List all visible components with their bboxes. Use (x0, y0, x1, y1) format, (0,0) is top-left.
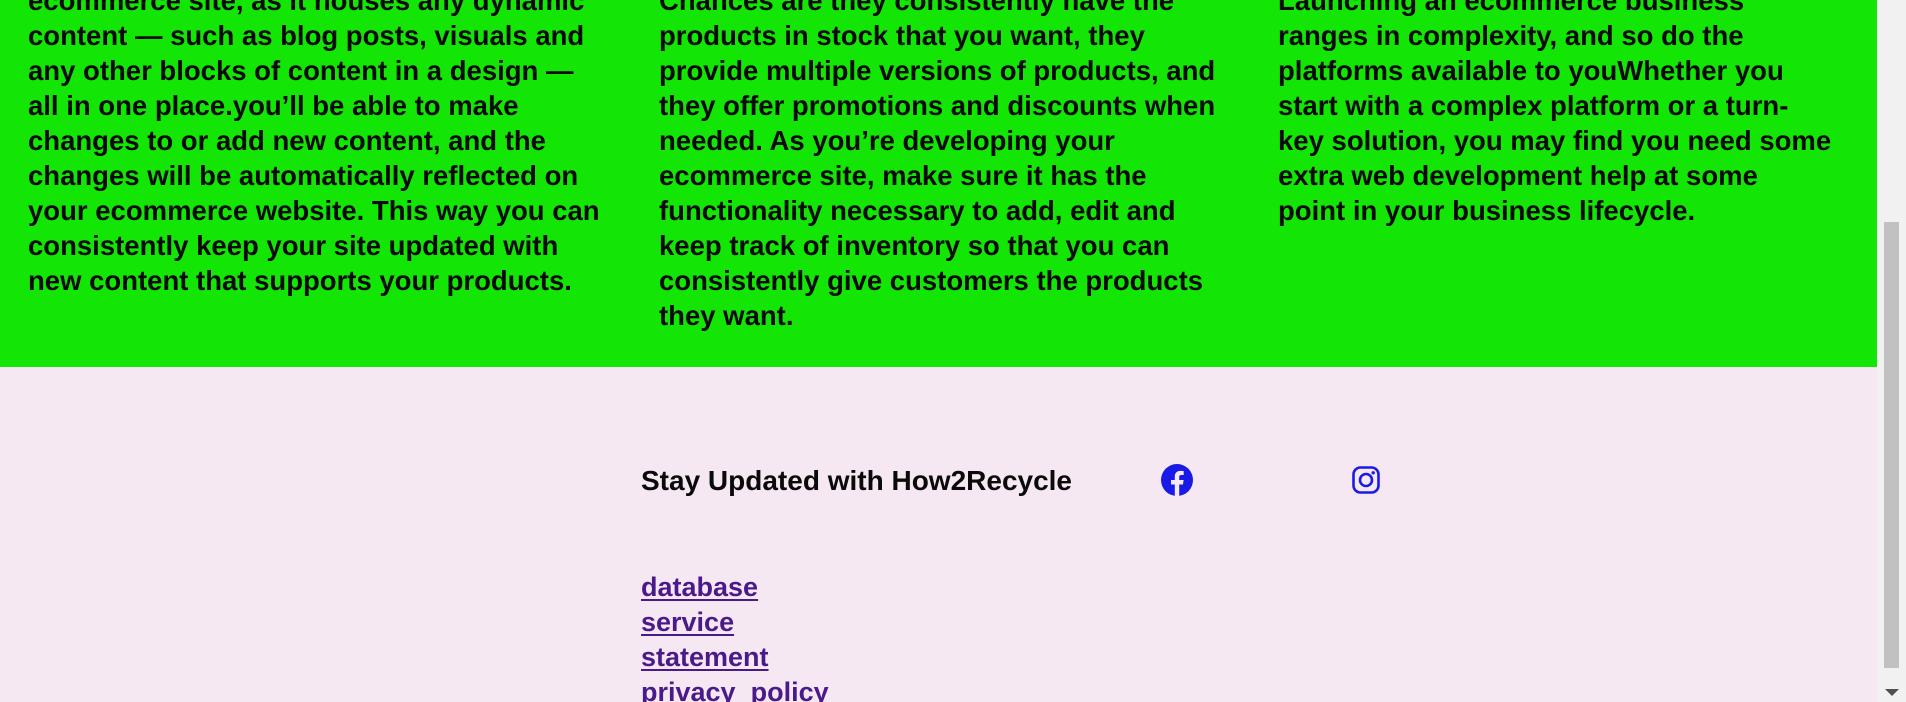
column-2-line: Chances are they consistently have the (659, 0, 1175, 16)
scrollbar-thumb[interactable] (1884, 222, 1899, 668)
scroll-down-arrow-icon[interactable] (1885, 689, 1899, 696)
column-2-line: consistently give customers the products (659, 265, 1204, 296)
column-3-line: platforms available to youWhether you (1278, 55, 1784, 86)
column-1-line: content — such as blog posts, visuals an… (28, 20, 585, 51)
instagram-icon-graphic (1352, 466, 1380, 494)
footer-title: Stay Updated with How2Recycle (641, 465, 1073, 496)
footer-link-statement[interactable]: statement (641, 642, 769, 672)
column-1-line: your ecommerce website. This way you can (28, 195, 600, 226)
footer-links: database service statement privacy_polic… (641, 570, 829, 702)
column-1-line: any other blocks of content in a design … (28, 55, 574, 86)
footer-link-item: privacy_policy (641, 675, 829, 702)
column-2-line: needed. As you’re developing your (659, 125, 1115, 156)
content-column-2: Chances are they consistently have the p… (659, 0, 1249, 333)
column-2-line: they want. (659, 300, 794, 331)
column-3-line: key solution, you may find you need some (1278, 125, 1832, 156)
footer: Stay Updated with How2Recycle database s… (0, 367, 1877, 702)
content-column-3: Launching an ecommerce business ranges i… (1278, 0, 1858, 228)
column-3-line: ranges in complexity, and so do the (1278, 20, 1744, 51)
column-2-line: functionality necessary to add, edit and (659, 195, 1176, 226)
vertical-scrollbar[interactable] (1877, 0, 1906, 702)
page: ecommerce site, as it houses any dynamic… (0, 0, 1906, 702)
footer-link-privacy-policy[interactable]: privacy_policy (641, 677, 829, 702)
footer-link-item: service (641, 605, 829, 640)
footer-link-item: statement (641, 640, 829, 675)
column-2-line: products in stock that you want, they (659, 20, 1145, 51)
footer-link-database[interactable]: database (641, 572, 758, 602)
instagram-icon[interactable] (1351, 465, 1381, 495)
column-3-line: extra web development help at some (1278, 160, 1758, 191)
column-2-line: they offer promotions and discounts when (659, 90, 1216, 121)
column-2-line: ecommerce site, make sure it has the (659, 160, 1147, 191)
column-3-line: start with a complex platform or a turn- (1278, 90, 1789, 121)
footer-link-item: database (641, 570, 829, 605)
facebook-icon[interactable] (1160, 463, 1194, 497)
facebook-icon-graphic (1161, 464, 1193, 497)
footer-link-service[interactable]: service (641, 607, 734, 637)
column-1-line: ecommerce site, as it houses any dynamic (28, 0, 585, 16)
column-1-line: changes to or add new content, and the (28, 125, 546, 156)
column-2-line: provide multiple versions of products, a… (659, 55, 1216, 86)
column-3-line: Launching an ecommerce business (1278, 0, 1745, 16)
column-2-line: keep track of inventory so that you can (659, 230, 1170, 261)
column-1-line: consistently keep your site updated with (28, 230, 559, 261)
content-band: ecommerce site, as it houses any dynamic… (0, 0, 1877, 367)
content-column-1: ecommerce site, as it houses any dynamic… (28, 0, 618, 298)
column-1-line: changes will be automatically reflected … (28, 160, 579, 191)
column-3-line: point in your business lifecycle. (1278, 195, 1696, 226)
column-1-line: new content that supports your products. (28, 265, 572, 296)
column-1-line: all in one place.you’ll be able to make (28, 90, 519, 121)
